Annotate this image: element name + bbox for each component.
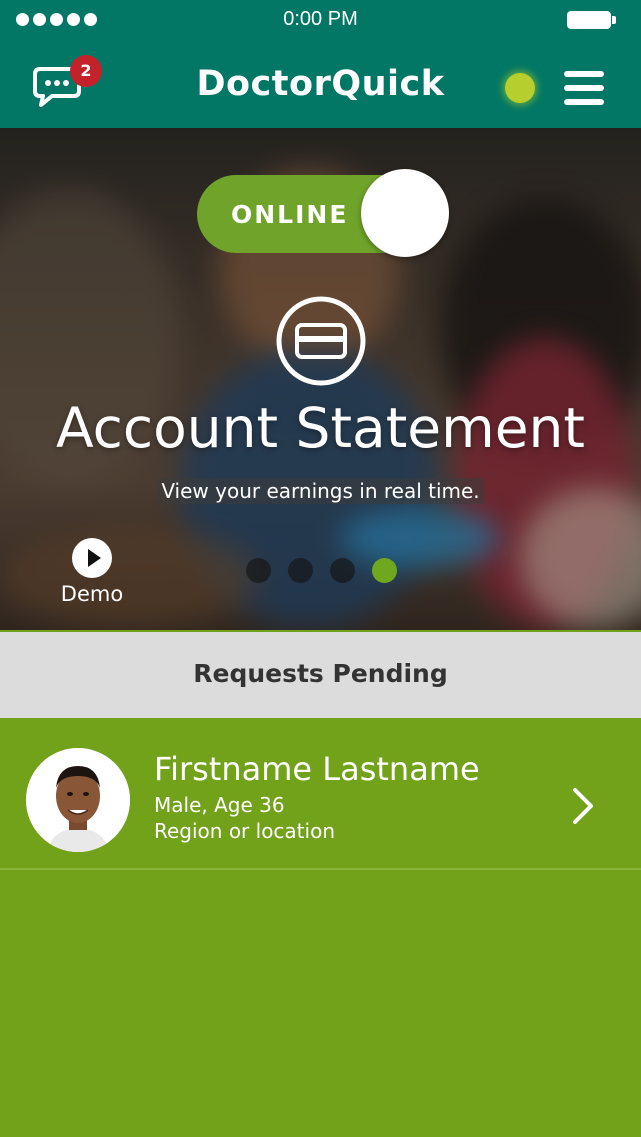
patient-location: Region or location	[154, 819, 335, 843]
patient-gender-age: Male, Age 36	[154, 793, 285, 817]
carousel-dot-active[interactable]	[372, 558, 397, 583]
hero-subtitle: View your earnings in real time.	[157, 478, 484, 504]
carousel-dot[interactable]	[330, 558, 355, 583]
status-bar: 0:00 PM	[0, 0, 641, 40]
carousel-dot[interactable]	[288, 558, 313, 583]
battery-icon	[567, 11, 616, 29]
requests-list: Firstname Lastname Male, Age 36 Region o…	[0, 718, 641, 1137]
avatar-photo	[26, 748, 130, 852]
toggle-knob[interactable]	[361, 169, 449, 257]
online-toggle[interactable]: ONLINE	[197, 169, 449, 257]
chevron-right-icon[interactable]	[570, 786, 596, 826]
menu-icon[interactable]	[564, 71, 604, 105]
carousel-pagination	[246, 558, 397, 583]
requests-pending-title: Requests Pending	[193, 659, 448, 688]
app-title: DoctorQuick	[196, 64, 445, 104]
status-time: 0:00 PM	[283, 8, 358, 30]
play-demo-button[interactable]	[72, 538, 112, 578]
online-toggle-label: ONLINE	[231, 200, 349, 229]
carousel-dot[interactable]	[246, 558, 271, 583]
avatar	[26, 748, 130, 852]
demo-label[interactable]: Demo	[54, 582, 130, 606]
credit-card-icon	[276, 296, 366, 386]
availability-indicator	[505, 73, 535, 103]
hero-title: Account Statement	[56, 396, 585, 460]
app-header: 0:00 PM 2 DoctorQuick	[0, 0, 641, 128]
list-item[interactable]: Firstname Lastname Male, Age 36 Region o…	[0, 718, 641, 870]
patient-name: Firstname Lastname	[154, 750, 480, 788]
hero-carousel[interactable]: ONLINE Account Statement View your earni…	[0, 128, 641, 630]
